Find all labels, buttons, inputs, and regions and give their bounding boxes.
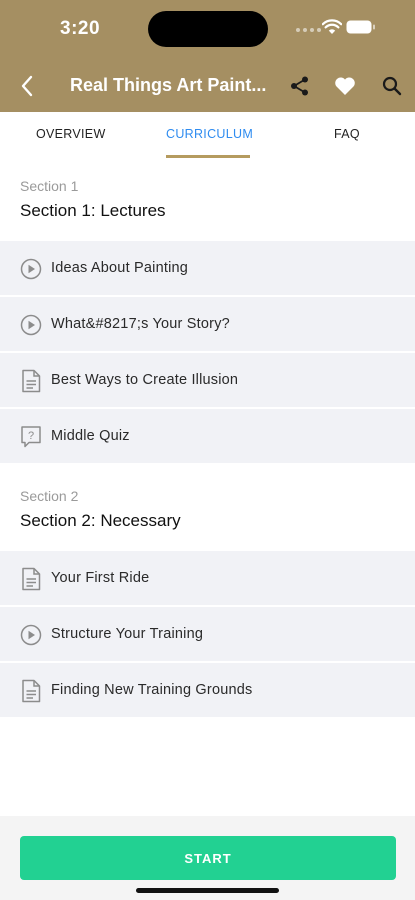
lesson-item[interactable]: Finding New Training Grounds <box>0 663 415 718</box>
bottom-action-area: START <box>0 816 415 900</box>
app-bar: Real Things Art Paint... <box>0 60 415 112</box>
battery-icon <box>346 20 375 34</box>
document-icon <box>22 679 41 703</box>
lesson-item[interactable]: Structure Your Training <box>0 607 415 662</box>
section-title: Section 2: Necessary <box>20 511 181 530</box>
dynamic-island <box>148 11 268 47</box>
tab-curriculum[interactable]: CURRICULUM <box>166 127 253 141</box>
play-circle-icon <box>20 258 42 280</box>
tab-bar: OVERVIEW CURRICULUM FAQ <box>0 112 415 160</box>
section-header: Section 2 Section 2: Necessary <box>0 465 415 551</box>
lesson-item[interactable]: What&#8217;s Your Story? <box>0 297 415 352</box>
share-button[interactable] <box>287 73 313 99</box>
search-icon <box>382 76 402 96</box>
lesson-item[interactable]: Best Ways to Create Illusion <box>0 353 415 408</box>
section-label: Section 1 <box>20 178 79 194</box>
cellular-signal-icon <box>296 28 321 32</box>
search-button[interactable] <box>379 73 405 99</box>
play-circle-icon <box>20 624 42 646</box>
lesson-title: Best Ways to Create Illusion <box>51 372 239 388</box>
quiz-icon: ? <box>21 426 41 448</box>
lesson-title: Structure Your Training <box>51 626 204 642</box>
lesson-item[interactable]: ? Middle Quiz <box>0 409 415 464</box>
lesson-item[interactable]: Your First Ride <box>0 551 415 606</box>
section-header: Section 1 Section 1: Lectures <box>0 160 415 240</box>
lesson-title: Your First Ride <box>51 570 150 586</box>
status-time: 3:20 <box>60 18 101 39</box>
play-circle-icon <box>20 314 42 336</box>
course-title: Real Things Art Paint... <box>70 75 267 95</box>
home-indicator <box>136 888 279 893</box>
lesson-title: What&#8217;s Your Story? <box>51 316 230 332</box>
start-button[interactable]: START <box>20 836 396 880</box>
tab-faq[interactable]: FAQ <box>334 127 360 141</box>
document-icon <box>22 369 41 393</box>
favorite-button[interactable] <box>332 73 358 99</box>
active-tab-indicator <box>166 155 250 158</box>
tab-overview[interactable]: OVERVIEW <box>36 127 106 141</box>
lesson-item[interactable]: Ideas About Painting <box>0 241 415 296</box>
heart-icon <box>335 77 355 95</box>
wifi-icon <box>322 19 342 34</box>
status-bar: 3:20 <box>0 0 415 60</box>
share-icon <box>291 76 308 96</box>
lesson-title: Finding New Training Grounds <box>51 682 253 698</box>
lesson-title: Middle Quiz <box>51 428 130 444</box>
document-icon <box>22 567 41 591</box>
back-button[interactable] <box>12 72 42 100</box>
section-label: Section 2 <box>20 488 79 504</box>
svg-text:?: ? <box>28 430 34 442</box>
lesson-title: Ideas About Painting <box>51 260 189 276</box>
chevron-left-icon <box>21 75 33 97</box>
section-title: Section 1: Lectures <box>20 201 166 220</box>
